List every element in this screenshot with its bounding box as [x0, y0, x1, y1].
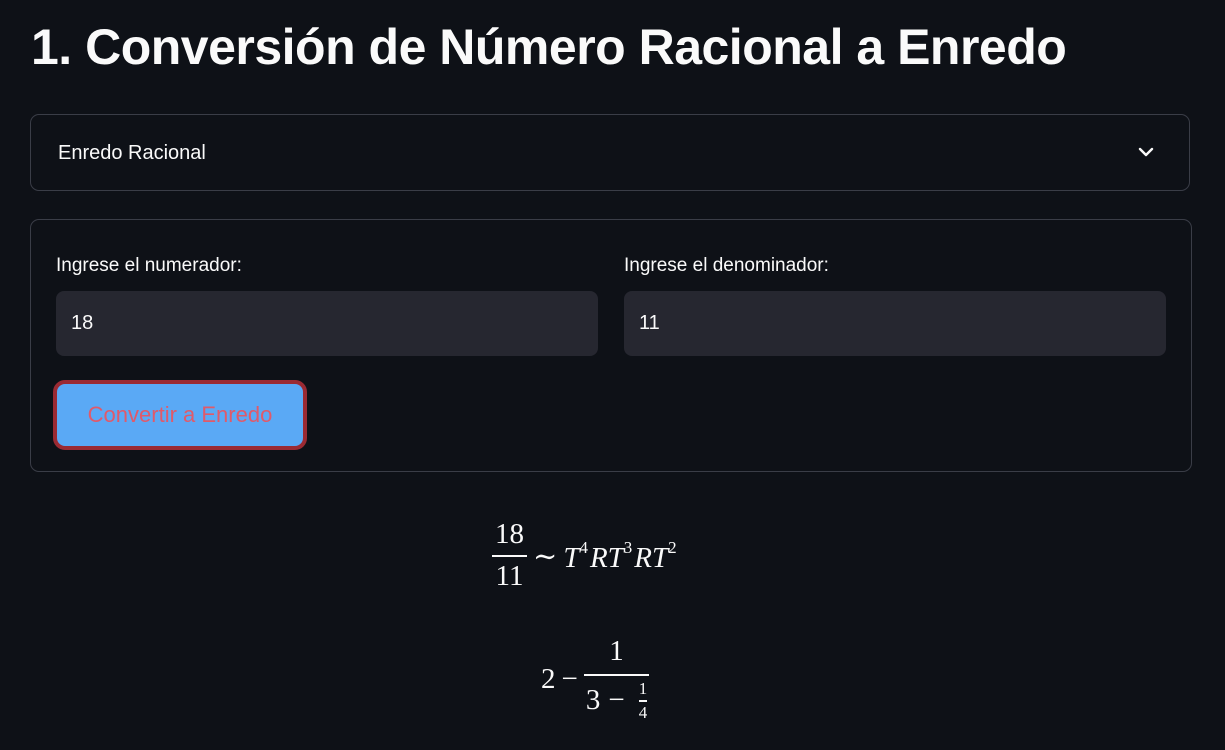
equivalence-symbol: ∼ — [533, 540, 558, 573]
numerator-label: Ingrese el numerador: — [56, 255, 242, 276]
page-title: 1. Conversión de Número Racional a Enred… — [31, 19, 1067, 75]
chevron-down-icon — [1138, 147, 1154, 157]
rational-fraction: 18 11 — [492, 518, 527, 593]
cf-fraction-bar — [583, 674, 650, 677]
app-page: 1. Conversión de Número Racional a Enred… — [0, 0, 1225, 750]
tangle-exp: 3 — [623, 537, 633, 557]
cf-numerator: 1 — [609, 635, 624, 668]
cf-inner-numerator: 1 — [638, 679, 648, 699]
mode-select[interactable]: Enredo Racional — [30, 114, 1190, 191]
tangle-term: T4 — [563, 538, 590, 575]
conversion-form: Ingrese el numerador: Ingrese el denomin… — [30, 219, 1192, 472]
tangle-op: RT — [634, 541, 669, 574]
tangle-term: RT3 — [590, 538, 634, 575]
cf-minus: − — [561, 662, 578, 695]
cf-denominator: 3 − 1 4 — [584, 680, 649, 721]
fraction-bar — [492, 555, 527, 557]
cf-inner-integer: 3 — [585, 684, 601, 717]
tangle-equation: 18 11 ∼ T4 RT3 RT2 — [492, 516, 679, 596]
tangle-exp: 4 — [579, 537, 588, 557]
fraction-denominator: 11 — [495, 560, 524, 592]
cf-inner-bar — [638, 700, 648, 702]
cf-fraction: 1 3 − 1 4 — [583, 635, 650, 721]
tangle-op: RT — [589, 541, 624, 574]
denominator-label: Ingrese el denominador: — [624, 255, 829, 276]
convert-button-label: Convertir a Enredo — [87, 402, 273, 427]
convert-button[interactable]: Convertir a Enredo — [53, 380, 307, 450]
continued-fraction: 2 − 1 3 − 1 4 — [541, 634, 650, 724]
tangle-exp: 2 — [668, 537, 677, 557]
numerator-input[interactable] — [56, 291, 598, 356]
cf-inner-denominator: 4 — [638, 702, 648, 722]
cf-inner-fraction: 1 4 — [638, 679, 648, 722]
tangle-op: T — [563, 541, 580, 574]
cf-inner-minus: − — [608, 684, 625, 717]
mode-select-value: Enredo Racional — [58, 142, 206, 164]
fraction-numerator: 18 — [495, 518, 524, 551]
tangle-term: RT2 — [634, 538, 678, 575]
cf-integer: 2 — [541, 662, 556, 695]
denominator-input[interactable] — [624, 291, 1166, 356]
